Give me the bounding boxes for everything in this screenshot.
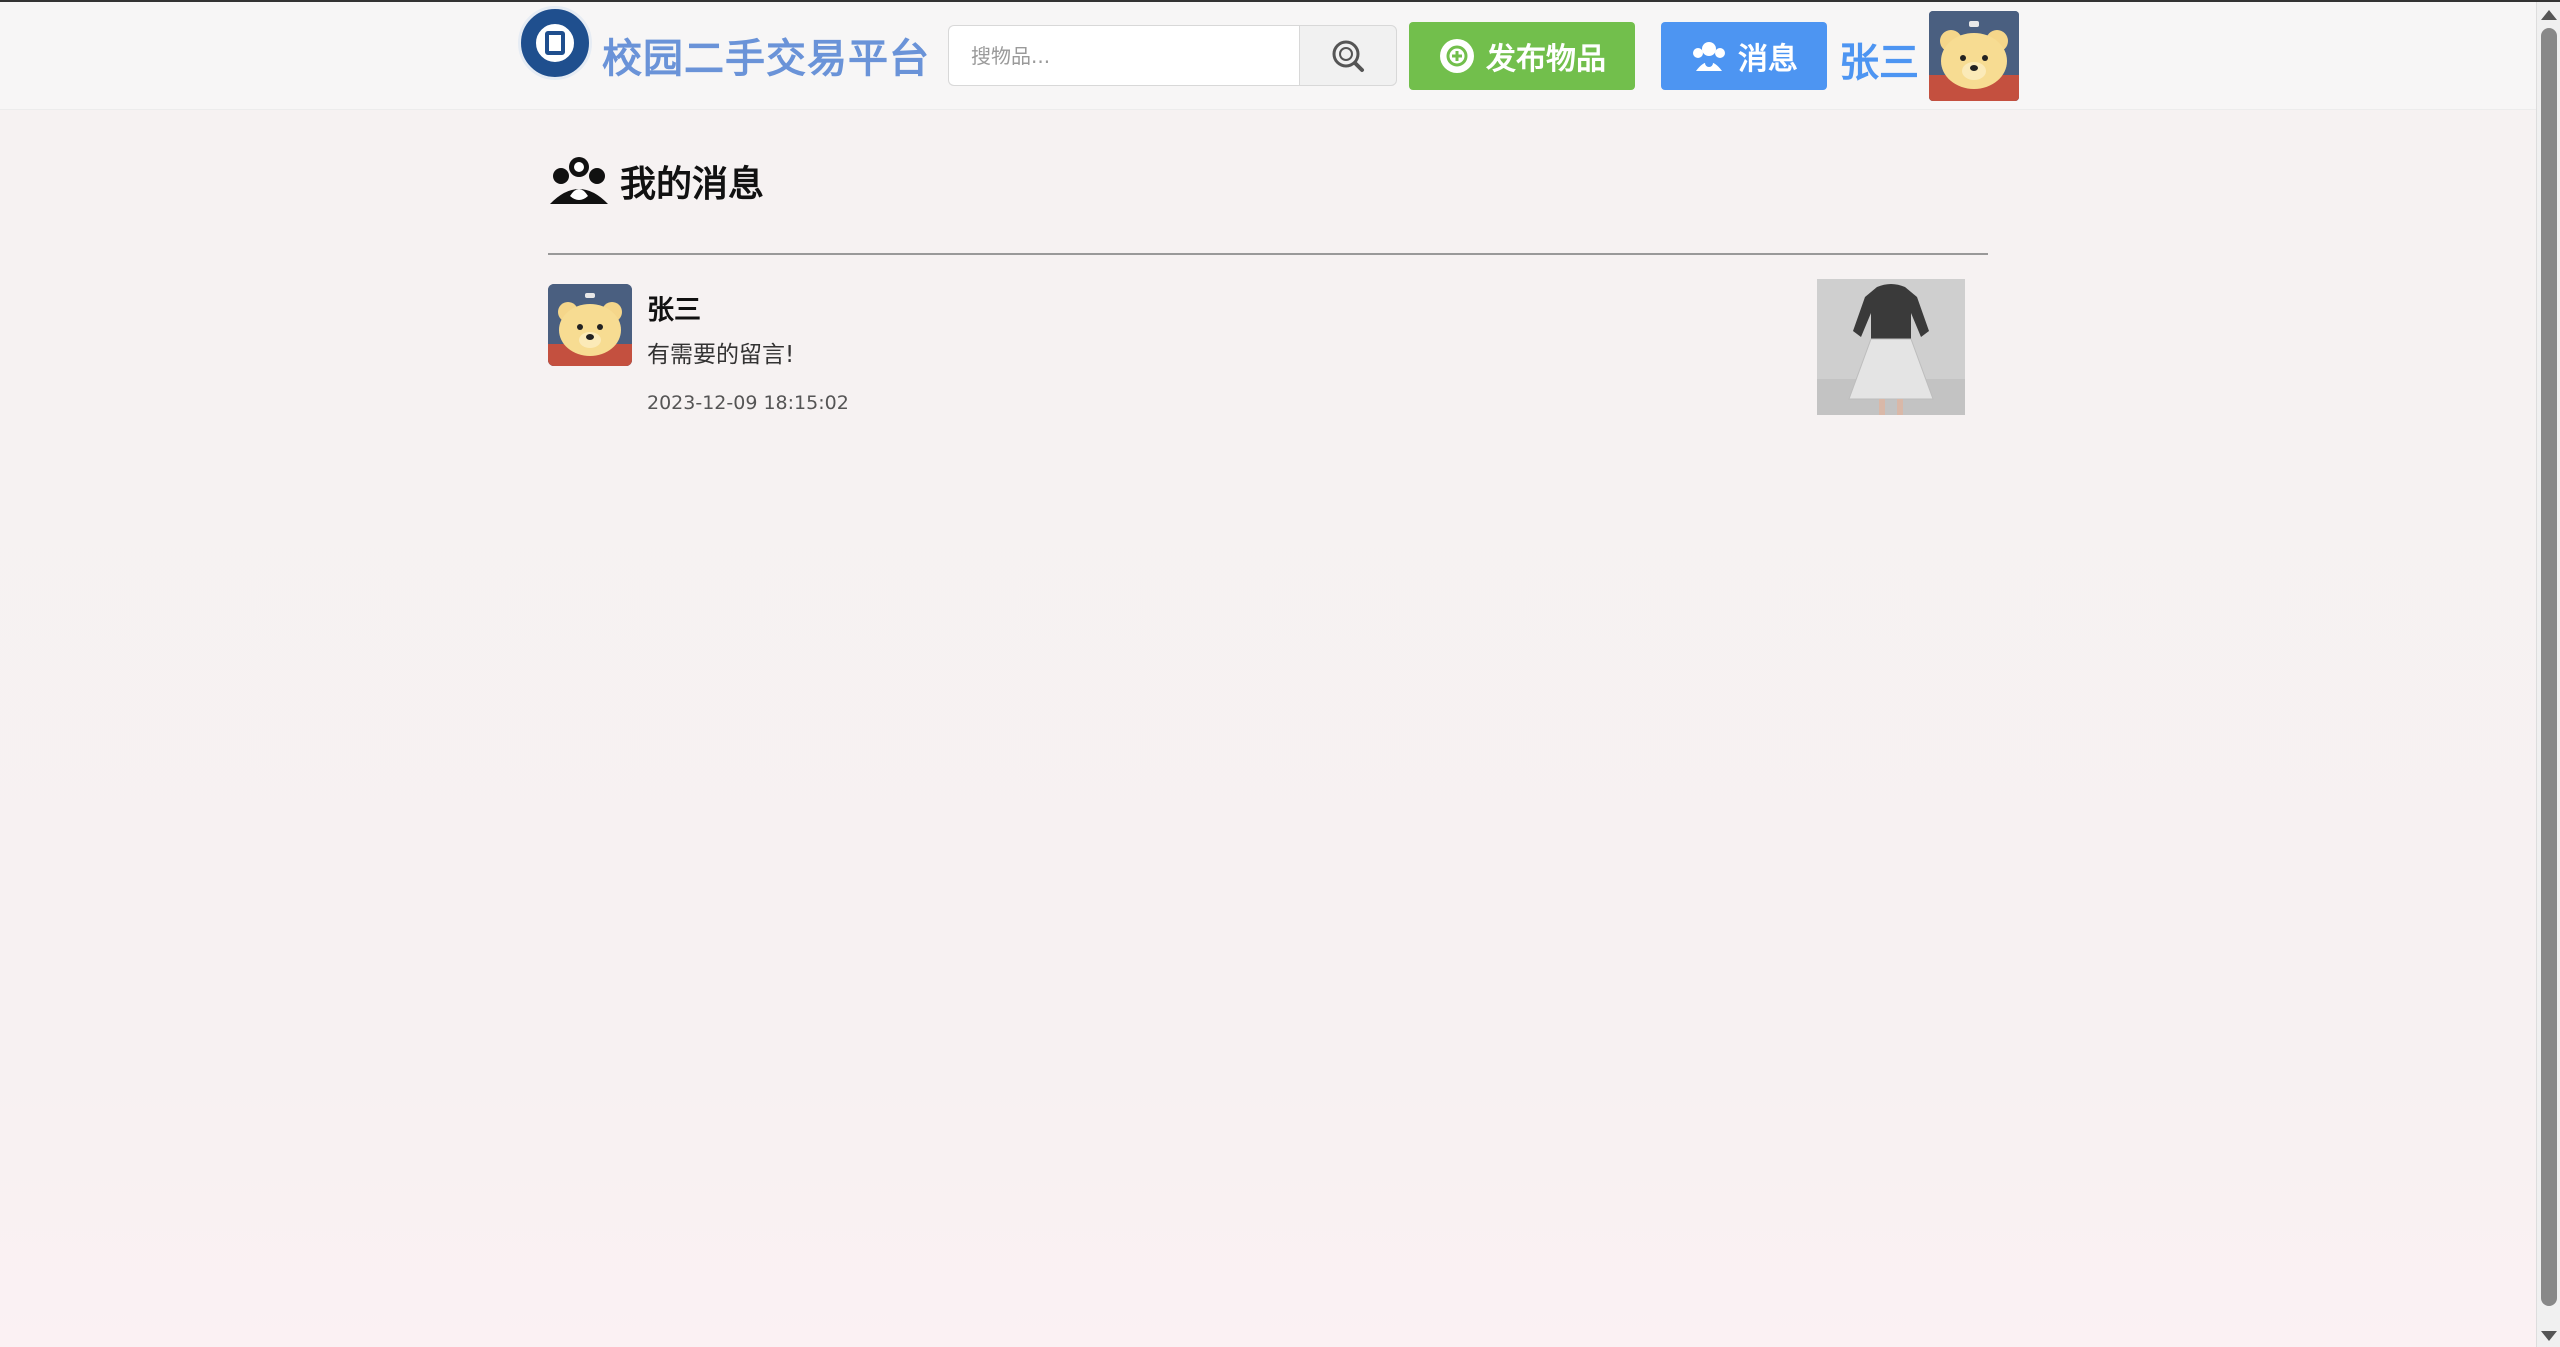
vertical-scrollbar[interactable] (2536, 2, 2560, 1347)
users-icon (1693, 42, 1725, 71)
page: 校园二手交易平台 发布物品 (0, 0, 2560, 1347)
search-button[interactable] (1299, 25, 1397, 86)
group-users-icon (550, 157, 608, 204)
user-avatar[interactable] (1929, 11, 2019, 101)
message-sender-name[interactable]: 张三 (647, 288, 701, 327)
dress-product-image (1817, 279, 1965, 415)
section-divider (548, 253, 1988, 255)
add-circle-icon (1440, 39, 1474, 73)
page-title: 我的消息 (620, 164, 765, 205)
messages-label: 消息 (1738, 42, 1798, 77)
message-text[interactable]: 有需要的留言! (647, 335, 794, 369)
messages-button[interactable]: 消息 (1661, 22, 1827, 90)
message-sender-avatar[interactable] (548, 284, 632, 366)
item-thumbnail[interactable] (1817, 279, 1965, 415)
scroll-up-arrow-icon[interactable] (2541, 10, 2557, 20)
bear-avatar-icon (548, 284, 632, 366)
bear-avatar-icon (1929, 11, 2019, 101)
scroll-down-arrow-icon[interactable] (2541, 1331, 2557, 1341)
current-user-name[interactable]: 张三 (1839, 30, 1919, 88)
school-logo[interactable] (518, 6, 592, 80)
top-nav: 校园二手交易平台 发布物品 (0, 2, 2536, 110)
site-title[interactable]: 校园二手交易平台 (602, 26, 930, 84)
search-input[interactable] (948, 25, 1300, 86)
scroll-thumb[interactable] (2541, 28, 2557, 1306)
message-timestamp: 2023-12-09 18:15:02 (647, 392, 849, 414)
publish-item-button[interactable]: 发布物品 (1409, 22, 1635, 90)
section-heading: 我的消息 (548, 154, 764, 208)
search-icon (1332, 40, 1364, 72)
publish-item-label: 发布物品 (1486, 42, 1606, 77)
